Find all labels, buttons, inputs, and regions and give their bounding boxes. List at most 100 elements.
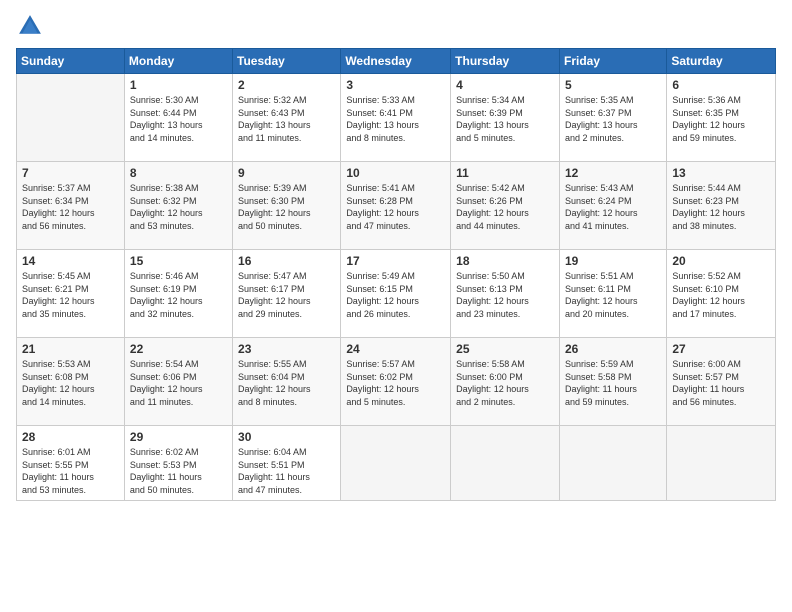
calendar-cell: 21Sunrise: 5:53 AM Sunset: 6:08 PM Dayli… (17, 338, 125, 426)
day-number: 13 (672, 166, 770, 180)
day-info: Sunrise: 5:35 AM Sunset: 6:37 PM Dayligh… (565, 94, 661, 144)
day-info: Sunrise: 5:39 AM Sunset: 6:30 PM Dayligh… (238, 182, 335, 232)
day-header-friday: Friday (559, 49, 666, 74)
day-number: 15 (130, 254, 227, 268)
day-info: Sunrise: 5:30 AM Sunset: 6:44 PM Dayligh… (130, 94, 227, 144)
day-info: Sunrise: 5:36 AM Sunset: 6:35 PM Dayligh… (672, 94, 770, 144)
day-number: 26 (565, 342, 661, 356)
calendar-cell (17, 74, 125, 162)
calendar-cell: 28 Sunrise: 6:01 AM Sunset: 5:55 PM Dayli… (17, 426, 125, 501)
calendar-table: SundayMondayTuesdayWednesdayThursdayFrid… (16, 48, 776, 501)
calendar-cell: 23Sunrise: 5:55 AM Sunset: 6:04 PM Dayli… (233, 338, 341, 426)
day-number: 17 (346, 254, 445, 268)
day-number: 24 (346, 342, 445, 356)
day-info: Sunrise: 5:38 AM Sunset: 6:32 PM Dayligh… (130, 182, 227, 232)
calendar-cell: 17 Sunrise: 5:49 AM Sunset: 6:15 PM Dayli… (341, 250, 451, 338)
calendar-cell (559, 426, 666, 501)
day-info: Sunrise: 5:53 AM Sunset: 6:08 PM Dayligh… (22, 358, 119, 408)
day-info: Sunrise: 5:34 AM Sunset: 6:39 PM Dayligh… (456, 94, 554, 144)
day-number: 4 (456, 78, 554, 92)
day-number: 18 (456, 254, 554, 268)
day-info: Sunrise: 5:32 AM Sunset: 6:43 PM Dayligh… (238, 94, 335, 144)
calendar-cell: 27 Sunrise: 6:00 AM Sunset: 5:57 PM Dayli… (667, 338, 776, 426)
day-info: Sunrise: 5:52 AM Sunset: 6:10 PM Dayligh… (672, 270, 770, 320)
header (16, 12, 776, 40)
calendar-cell: 29 Sunrise: 6:02 AM Sunset: 5:53 PM Dayli… (124, 426, 232, 501)
day-info: Sunrise: 6:04 AM Sunset: 5:51 PM Dayligh… (238, 446, 335, 496)
day-info: Sunrise: 5:33 AM Sunset: 6:41 PM Dayligh… (346, 94, 445, 144)
day-info: Sunrise: 5:37 AM Sunset: 6:34 PM Dayligh… (22, 182, 119, 232)
day-number: 12 (565, 166, 661, 180)
page: SundayMondayTuesdayWednesdayThursdayFrid… (0, 0, 792, 612)
day-info: Sunrise: 5:43 AM Sunset: 6:24 PM Dayligh… (565, 182, 661, 232)
calendar-week-row: 7 Sunrise: 5:37 AM Sunset: 6:34 PM Daylig… (17, 162, 776, 250)
calendar-cell: 22 Sunrise: 5:54 AM Sunset: 6:06 PM Dayli… (124, 338, 232, 426)
calendar-cell: 11 Sunrise: 5:42 AM Sunset: 6:26 PM Dayli… (451, 162, 560, 250)
day-number: 8 (130, 166, 227, 180)
day-info: Sunrise: 6:01 AM Sunset: 5:55 PM Dayligh… (22, 446, 119, 496)
logo (16, 12, 48, 40)
calendar-cell: 13 Sunrise: 5:44 AM Sunset: 6:23 PM Dayli… (667, 162, 776, 250)
calendar-cell: 24Sunrise: 5:57 AM Sunset: 6:02 PM Dayli… (341, 338, 451, 426)
calendar-cell: 10 Sunrise: 5:41 AM Sunset: 6:28 PM Dayli… (341, 162, 451, 250)
logo-icon (16, 12, 44, 40)
day-info: Sunrise: 5:49 AM Sunset: 6:15 PM Dayligh… (346, 270, 445, 320)
day-header-wednesday: Wednesday (341, 49, 451, 74)
day-number: 5 (565, 78, 661, 92)
calendar-cell: 30 Sunrise: 6:04 AM Sunset: 5:51 PM Dayli… (233, 426, 341, 501)
day-number: 25 (456, 342, 554, 356)
day-info: Sunrise: 5:44 AM Sunset: 6:23 PM Dayligh… (672, 182, 770, 232)
calendar-cell: 4 Sunrise: 5:34 AM Sunset: 6:39 PM Daylig… (451, 74, 560, 162)
day-header-saturday: Saturday (667, 49, 776, 74)
calendar-cell: 26Sunrise: 5:59 AM Sunset: 5:58 PM Dayli… (559, 338, 666, 426)
day-info: Sunrise: 6:02 AM Sunset: 5:53 PM Dayligh… (130, 446, 227, 496)
calendar-week-row: 14 Sunrise: 5:45 AM Sunset: 6:21 PM Dayli… (17, 250, 776, 338)
day-number: 2 (238, 78, 335, 92)
day-number: 16 (238, 254, 335, 268)
calendar-cell (451, 426, 560, 501)
day-info: Sunrise: 5:58 AM Sunset: 6:00 PM Dayligh… (456, 358, 554, 408)
day-number: 22 (130, 342, 227, 356)
calendar-cell: 5 Sunrise: 5:35 AM Sunset: 6:37 PM Daylig… (559, 74, 666, 162)
day-info: Sunrise: 5:45 AM Sunset: 6:21 PM Dayligh… (22, 270, 119, 320)
day-info: Sunrise: 5:41 AM Sunset: 6:28 PM Dayligh… (346, 182, 445, 232)
day-info: Sunrise: 5:46 AM Sunset: 6:19 PM Dayligh… (130, 270, 227, 320)
day-info: Sunrise: 5:51 AM Sunset: 6:11 PM Dayligh… (565, 270, 661, 320)
day-header-thursday: Thursday (451, 49, 560, 74)
day-number: 20 (672, 254, 770, 268)
calendar-cell: 12 Sunrise: 5:43 AM Sunset: 6:24 PM Dayli… (559, 162, 666, 250)
day-number: 23 (238, 342, 335, 356)
calendar-cell (341, 426, 451, 501)
day-number: 28 (22, 430, 119, 444)
day-number: 29 (130, 430, 227, 444)
calendar-cell: 18 Sunrise: 5:50 AM Sunset: 6:13 PM Dayli… (451, 250, 560, 338)
day-info: Sunrise: 5:47 AM Sunset: 6:17 PM Dayligh… (238, 270, 335, 320)
calendar-cell: 19Sunrise: 5:51 AM Sunset: 6:11 PM Dayli… (559, 250, 666, 338)
day-info: Sunrise: 6:00 AM Sunset: 5:57 PM Dayligh… (672, 358, 770, 408)
calendar-cell: 8 Sunrise: 5:38 AM Sunset: 6:32 PM Daylig… (124, 162, 232, 250)
day-info: Sunrise: 5:54 AM Sunset: 6:06 PM Dayligh… (130, 358, 227, 408)
calendar-cell: 3 Sunrise: 5:33 AM Sunset: 6:41 PM Daylig… (341, 74, 451, 162)
day-number: 9 (238, 166, 335, 180)
day-number: 1 (130, 78, 227, 92)
day-number: 6 (672, 78, 770, 92)
day-header-tuesday: Tuesday (233, 49, 341, 74)
day-number: 27 (672, 342, 770, 356)
calendar-cell: 7 Sunrise: 5:37 AM Sunset: 6:34 PM Daylig… (17, 162, 125, 250)
day-number: 11 (456, 166, 554, 180)
calendar-cell: 6 Sunrise: 5:36 AM Sunset: 6:35 PM Daylig… (667, 74, 776, 162)
calendar-cell: 25 Sunrise: 5:58 AM Sunset: 6:00 PM Dayli… (451, 338, 560, 426)
day-info: Sunrise: 5:50 AM Sunset: 6:13 PM Dayligh… (456, 270, 554, 320)
calendar-cell: 15 Sunrise: 5:46 AM Sunset: 6:19 PM Dayli… (124, 250, 232, 338)
day-header-monday: Monday (124, 49, 232, 74)
calendar-cell: 16 Sunrise: 5:47 AM Sunset: 6:17 PM Dayli… (233, 250, 341, 338)
day-number: 10 (346, 166, 445, 180)
day-number: 14 (22, 254, 119, 268)
day-number: 7 (22, 166, 119, 180)
day-number: 3 (346, 78, 445, 92)
day-number: 30 (238, 430, 335, 444)
calendar-week-row: 28 Sunrise: 6:01 AM Sunset: 5:55 PM Dayli… (17, 426, 776, 501)
calendar-cell: 2 Sunrise: 5:32 AM Sunset: 6:43 PM Daylig… (233, 74, 341, 162)
day-info: Sunrise: 5:42 AM Sunset: 6:26 PM Dayligh… (456, 182, 554, 232)
calendar-week-row: 1 Sunrise: 5:30 AM Sunset: 6:44 PM Daylig… (17, 74, 776, 162)
